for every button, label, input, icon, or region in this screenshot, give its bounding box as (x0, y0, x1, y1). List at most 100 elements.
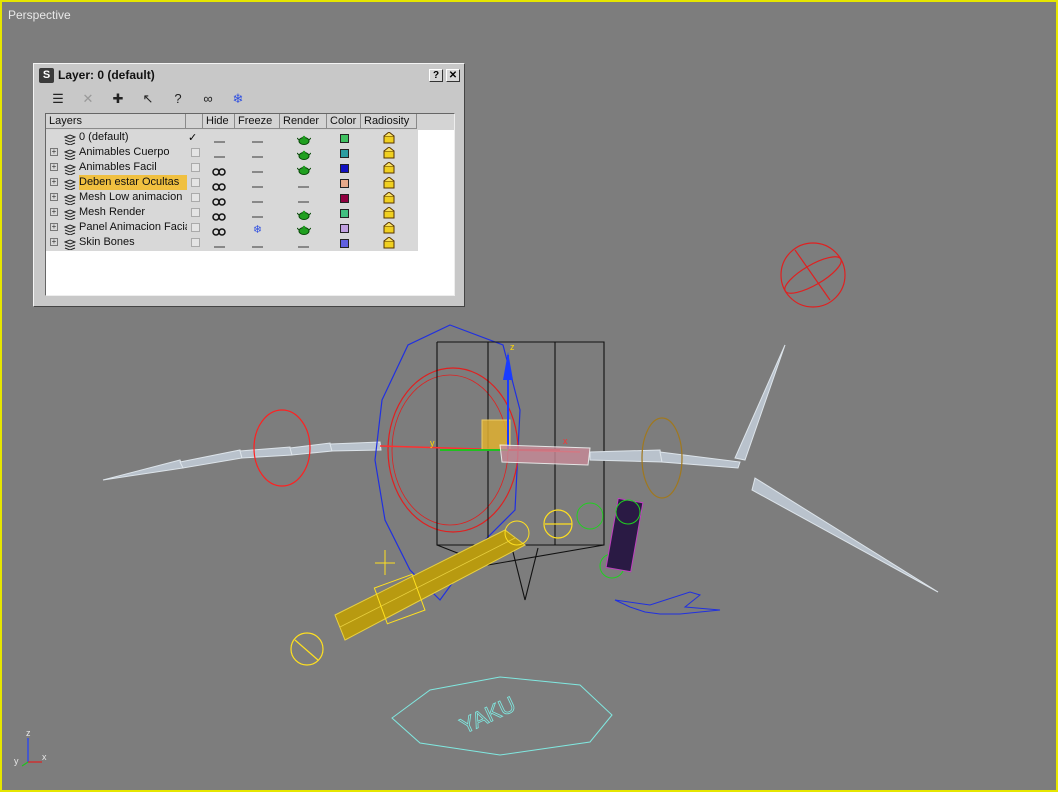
color-swatch[interactable] (327, 145, 361, 160)
current-layer-checkbox[interactable] (191, 193, 200, 202)
layer-row[interactable]: + Panel Animacion Facial ❄ (46, 220, 418, 236)
freeze-all-icon[interactable]: ❄ (228, 89, 248, 109)
pelvis-bone[interactable] (499, 444, 591, 466)
color-swatch[interactable] (327, 235, 361, 250)
freeze-toggle[interactable] (235, 145, 280, 160)
hide-toggle[interactable] (203, 235, 235, 250)
render-toggle[interactable] (280, 205, 327, 220)
freeze-toggle[interactable]: ❄ (235, 220, 280, 236)
color-swatch[interactable] (327, 220, 361, 235)
layer-name[interactable]: Animables Facil (79, 160, 187, 175)
expand-icon[interactable]: + (50, 148, 58, 156)
add-to-layer-icon[interactable]: ✚ (108, 89, 128, 109)
svg-text:z: z (26, 728, 31, 738)
radiosity-toggle[interactable] (361, 160, 417, 175)
expand-icon[interactable]: + (50, 223, 58, 231)
dialog-titlebar[interactable]: S Layer: 0 (default) ? ✕ (37, 67, 461, 85)
color-swatch[interactable] (327, 175, 361, 190)
render-toggle[interactable] (280, 175, 327, 190)
render-toggle[interactable] (280, 235, 327, 250)
radiosity-toggle[interactable] (361, 175, 417, 190)
layer-name[interactable]: Deben estar Ocultas (79, 175, 187, 190)
expand-icon[interactable]: + (50, 178, 58, 186)
col-freeze[interactable]: Freeze (235, 114, 280, 129)
freeze-toggle[interactable] (235, 205, 280, 220)
freeze-toggle[interactable] (235, 235, 280, 250)
radiosity-toggle[interactable] (361, 145, 417, 160)
layer-row[interactable]: + Mesh Render (46, 205, 418, 221)
hide-toggle[interactable] (203, 175, 235, 191)
col-radiosity[interactable]: Radiosity (361, 114, 417, 129)
col-layers[interactable]: Layers (46, 114, 186, 129)
new-layer-icon[interactable]: ☰ (48, 89, 68, 109)
layer-name[interactable]: Mesh Low animacion (79, 190, 187, 205)
hide-toggle[interactable] (203, 220, 235, 236)
radiosity-toggle[interactable] (361, 205, 417, 220)
color-swatch[interactable] (327, 205, 361, 220)
col-color[interactable]: Color (327, 114, 361, 129)
layer-row[interactable]: + Animables Cuerpo (46, 145, 418, 161)
current-layer-checkbox[interactable] (191, 148, 200, 157)
render-toggle[interactable] (280, 160, 327, 175)
freeze-toggle[interactable] (235, 190, 280, 205)
hide-toggle[interactable] (203, 145, 235, 160)
delete-layer-icon[interactable]: ✕ (78, 89, 98, 109)
close-button[interactable]: ✕ (446, 69, 460, 82)
bone-chain-left[interactable] (102, 441, 382, 481)
head-control[interactable] (780, 242, 846, 308)
color-swatch[interactable] (327, 160, 361, 175)
highlight-layer-icon[interactable]: ? (168, 89, 188, 109)
layer-row[interactable]: + Skin Bones (46, 235, 418, 251)
render-toggle[interactable] (280, 190, 327, 205)
color-swatch[interactable] (327, 190, 361, 205)
render-toggle[interactable] (280, 220, 327, 235)
help-button[interactable]: ? (429, 69, 443, 82)
radiosity-toggle[interactable] (361, 190, 417, 205)
hide-toggle[interactable] (203, 130, 235, 145)
hide-toggle[interactable] (203, 160, 235, 176)
layer-icon (63, 132, 77, 146)
layer-row[interactable]: 0 (default) ✓ (46, 130, 418, 146)
ik-controls[interactable] (576, 497, 644, 579)
current-layer-checkbox[interactable] (191, 178, 200, 187)
current-layer-checkbox[interactable] (191, 163, 200, 172)
color-swatch[interactable] (327, 130, 361, 145)
freeze-toggle[interactable] (235, 160, 280, 175)
layer-name[interactable]: Animables Cuerpo (79, 145, 187, 160)
layer-name[interactable]: 0 (default) (79, 130, 187, 145)
current-layer-check-icon[interactable]: ✓ (188, 131, 200, 144)
expand-icon[interactable]: + (50, 238, 58, 246)
col-current[interactable] (186, 114, 203, 129)
current-layer-checkbox[interactable] (191, 238, 200, 247)
hide-toggle[interactable] (203, 205, 235, 221)
svg-text:YAKU: YAKU (456, 691, 519, 738)
floor-text-shape[interactable]: YAKU (391, 676, 613, 756)
col-hide[interactable]: Hide (203, 114, 235, 129)
col-render[interactable]: Render (280, 114, 327, 129)
freeze-toggle[interactable] (235, 175, 280, 190)
layer-name[interactable]: Mesh Render (79, 205, 187, 220)
freeze-toggle[interactable] (235, 130, 280, 145)
radiosity-toggle[interactable] (361, 235, 417, 250)
hide-toggle[interactable] (203, 190, 235, 206)
expand-icon[interactable]: + (50, 163, 58, 171)
current-layer-checkbox[interactable] (191, 208, 200, 217)
radiosity-toggle[interactable] (361, 130, 417, 145)
layer-row[interactable]: + Mesh Low animacion (46, 190, 418, 206)
layer-dialog[interactable]: S Layer: 0 (default) ? ✕ ☰ ✕ ✚ ↖ ? ∞ ❄ L… (33, 63, 465, 307)
current-layer-checkbox[interactable] (191, 223, 200, 232)
layer-row[interactable]: + Animables Facil (46, 160, 418, 176)
radiosity-toggle[interactable] (361, 220, 417, 235)
facial-control-cross[interactable] (614, 591, 721, 615)
hide-all-icon[interactable]: ∞ (198, 89, 218, 109)
layer-name[interactable]: Skin Bones (79, 235, 187, 250)
expand-icon[interactable]: + (50, 208, 58, 216)
leg-mesh[interactable] (334, 520, 530, 641)
select-objects-icon[interactable]: ↖ (138, 89, 158, 109)
layer-name[interactable]: Panel Animacion Facial (79, 220, 187, 235)
layer-row[interactable]: + Deben estar Ocultas (46, 175, 418, 191)
render-toggle[interactable] (280, 130, 327, 145)
expand-icon[interactable]: + (50, 193, 58, 201)
transform-gizmo[interactable]: z x y (430, 342, 568, 451)
render-toggle[interactable] (280, 145, 327, 160)
